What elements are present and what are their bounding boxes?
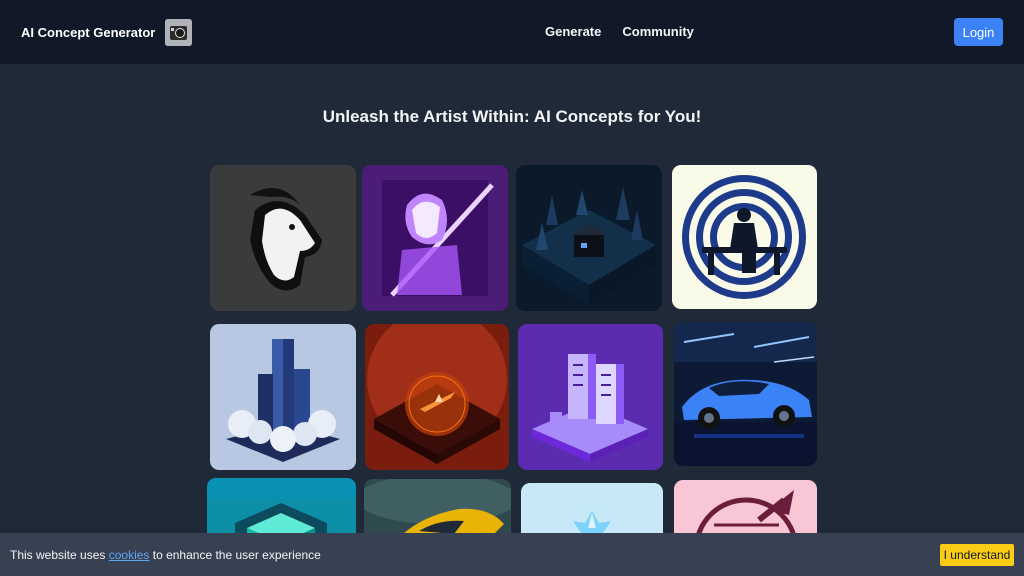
cookie-accept-button[interactable]: I understand xyxy=(940,544,1014,566)
gallery-tile-server-racks[interactable] xyxy=(518,324,663,470)
cookie-message: This website uses cookies to enhance the… xyxy=(10,548,321,562)
cookie-banner: This website uses cookies to enhance the… xyxy=(0,533,1024,576)
nav-generate[interactable]: Generate xyxy=(545,24,601,39)
brand-logo-icon[interactable] xyxy=(165,18,193,46)
gallery-tile-isometric-skyscraper[interactable] xyxy=(210,324,356,470)
brand[interactable]: AI Concept Generator xyxy=(21,18,193,46)
navbar: AI Concept Generator Generate Community … xyxy=(0,0,1024,64)
gallery-tile-anime-swordsman[interactable] xyxy=(362,165,508,311)
nav-community[interactable]: Community xyxy=(622,24,694,39)
gallery-tile-isometric-forest-house[interactable] xyxy=(516,165,662,311)
brand-title[interactable]: AI Concept Generator xyxy=(21,25,155,40)
nav-links: Generate Community xyxy=(545,24,694,39)
gallery-tile-sports-car[interactable] xyxy=(674,322,817,466)
page-headline: Unleash the Artist Within: AI Concepts f… xyxy=(322,107,702,126)
login-button[interactable]: Login xyxy=(954,18,1003,46)
gallery-tile-maze-figure[interactable] xyxy=(672,165,817,309)
cookie-text-after: to enhance the user experience xyxy=(149,548,321,562)
cookie-text-before: This website uses xyxy=(10,548,109,562)
gallery-tile-goat[interactable] xyxy=(210,165,356,311)
gallery-tile-spaceship-planet[interactable] xyxy=(365,324,509,470)
cookies-link[interactable]: cookies xyxy=(109,548,150,562)
